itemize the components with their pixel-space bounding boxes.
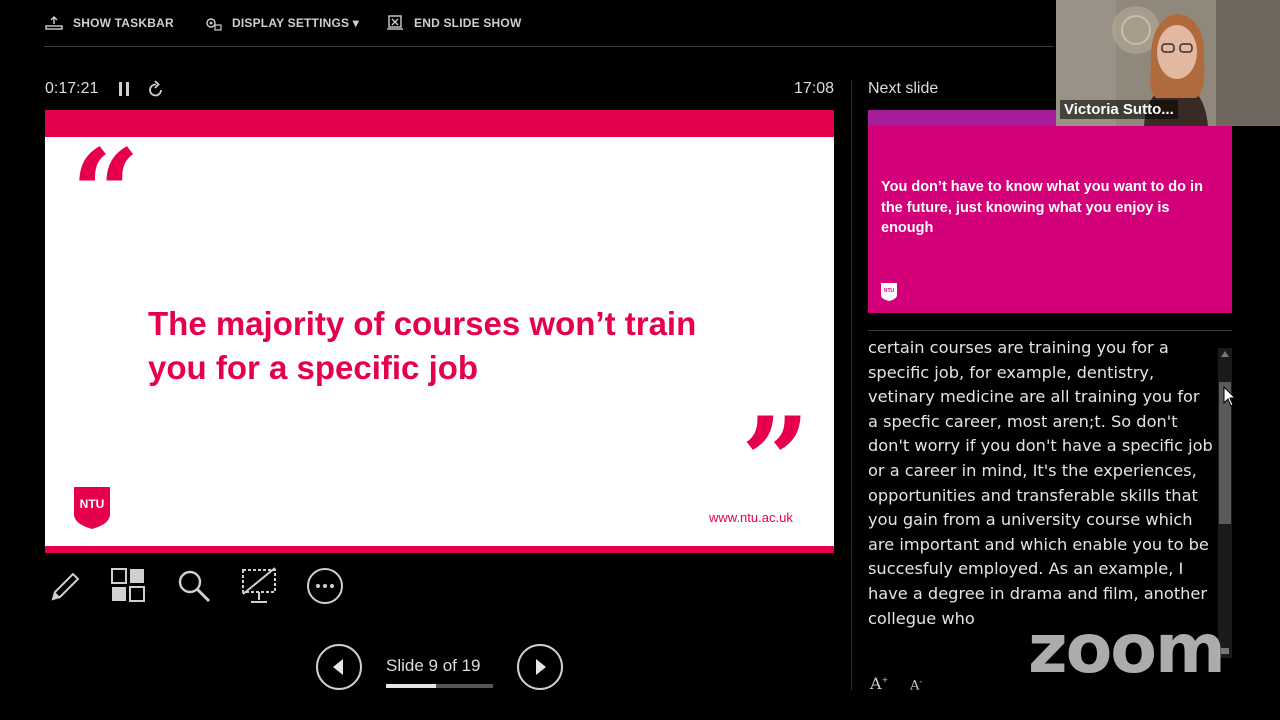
magnifier-icon bbox=[178, 570, 211, 603]
scroll-up-icon[interactable] bbox=[1221, 351, 1229, 357]
decrease-font-button[interactable]: A- bbox=[910, 677, 922, 693]
more-options-button[interactable] bbox=[305, 566, 345, 606]
open-quote-mark: “ bbox=[71, 123, 141, 264]
ntu-logo-text: NTU bbox=[80, 497, 105, 511]
next-slide-preview[interactable]: You don’t have to know what you want to … bbox=[868, 110, 1232, 313]
pen-tool-button[interactable] bbox=[44, 566, 84, 606]
pen-icon bbox=[51, 572, 80, 601]
grid-slides-icon bbox=[111, 568, 145, 602]
pause-icon[interactable] bbox=[118, 82, 130, 96]
slide-footer-bar bbox=[45, 546, 834, 553]
slide-counter[interactable]: Slide 9 of 19 bbox=[386, 656, 481, 676]
show-taskbar-button[interactable]: SHOW TASKBAR bbox=[45, 15, 174, 31]
elapsed-timer: 0:17:21 bbox=[45, 80, 99, 97]
previous-slide-button[interactable] bbox=[316, 644, 362, 690]
zoom-watermark: zoom bbox=[1028, 610, 1226, 689]
display-settings-label: DISPLAY SETTINGS ▾ bbox=[232, 16, 359, 30]
end-slide-show-label: END SLIDE SHOW bbox=[414, 16, 522, 30]
more-icon bbox=[307, 568, 343, 604]
mouse-cursor-icon bbox=[1223, 386, 1237, 407]
slide-url: www.ntu.ac.uk bbox=[709, 510, 793, 525]
display-settings-icon bbox=[206, 18, 222, 31]
show-taskbar-label: SHOW TASKBAR bbox=[73, 16, 174, 30]
speaker-notes-text: certain courses are training you for a s… bbox=[868, 340, 1213, 628]
ntu-logo-small-text: NTU bbox=[884, 288, 895, 294]
notes-divider bbox=[868, 330, 1232, 331]
slide-header-bar bbox=[45, 110, 834, 137]
chevron-left-icon bbox=[333, 659, 343, 675]
current-time: 17:08 bbox=[794, 80, 835, 97]
next-slide-label: Next slide bbox=[868, 80, 939, 97]
participant-name: Victoria Sutto... bbox=[1060, 100, 1178, 119]
toolbar-divider bbox=[44, 46, 1054, 47]
end-slide-show-button[interactable]: END SLIDE SHOW bbox=[386, 15, 521, 31]
slide-quote-text: The majority of courses won’t train you … bbox=[148, 305, 697, 386]
next-slide-button[interactable] bbox=[517, 644, 563, 690]
see-all-slides-button[interactable] bbox=[109, 566, 149, 606]
end-show-icon bbox=[387, 15, 403, 30]
increase-font-button[interactable]: A+ bbox=[870, 674, 888, 693]
decrease-font-label: A bbox=[910, 678, 920, 694]
restart-timer-icon[interactable] bbox=[148, 80, 164, 98]
screen-toggle-icon bbox=[242, 567, 276, 603]
chevron-right-icon bbox=[536, 659, 546, 675]
current-slide[interactable]: “ The majority of courses won’t train yo… bbox=[45, 110, 834, 553]
slide-progress-fill bbox=[386, 684, 437, 688]
zoom-into-slide-button[interactable] bbox=[174, 566, 214, 606]
ntu-logo-small: NTU bbox=[881, 283, 897, 301]
black-screen-button[interactable] bbox=[239, 566, 279, 606]
taskbar-icon bbox=[45, 16, 63, 30]
slide-progress-bar bbox=[386, 684, 493, 688]
close-quote-mark: ” bbox=[741, 391, 811, 532]
ntu-logo: NTU bbox=[74, 487, 110, 529]
webcam-video: Victoria Sutto... bbox=[1056, 0, 1280, 126]
display-settings-button[interactable]: DISPLAY SETTINGS ▾ bbox=[204, 15, 359, 31]
presenter-toolbar: SHOW TASKBAR DISPLAY SETTINGS ▾ END SLID… bbox=[0, 0, 1056, 48]
panel-divider bbox=[851, 80, 852, 690]
increase-font-label: A bbox=[870, 674, 882, 693]
next-slide-text: You don’t have to know what you want to … bbox=[881, 179, 1203, 236]
